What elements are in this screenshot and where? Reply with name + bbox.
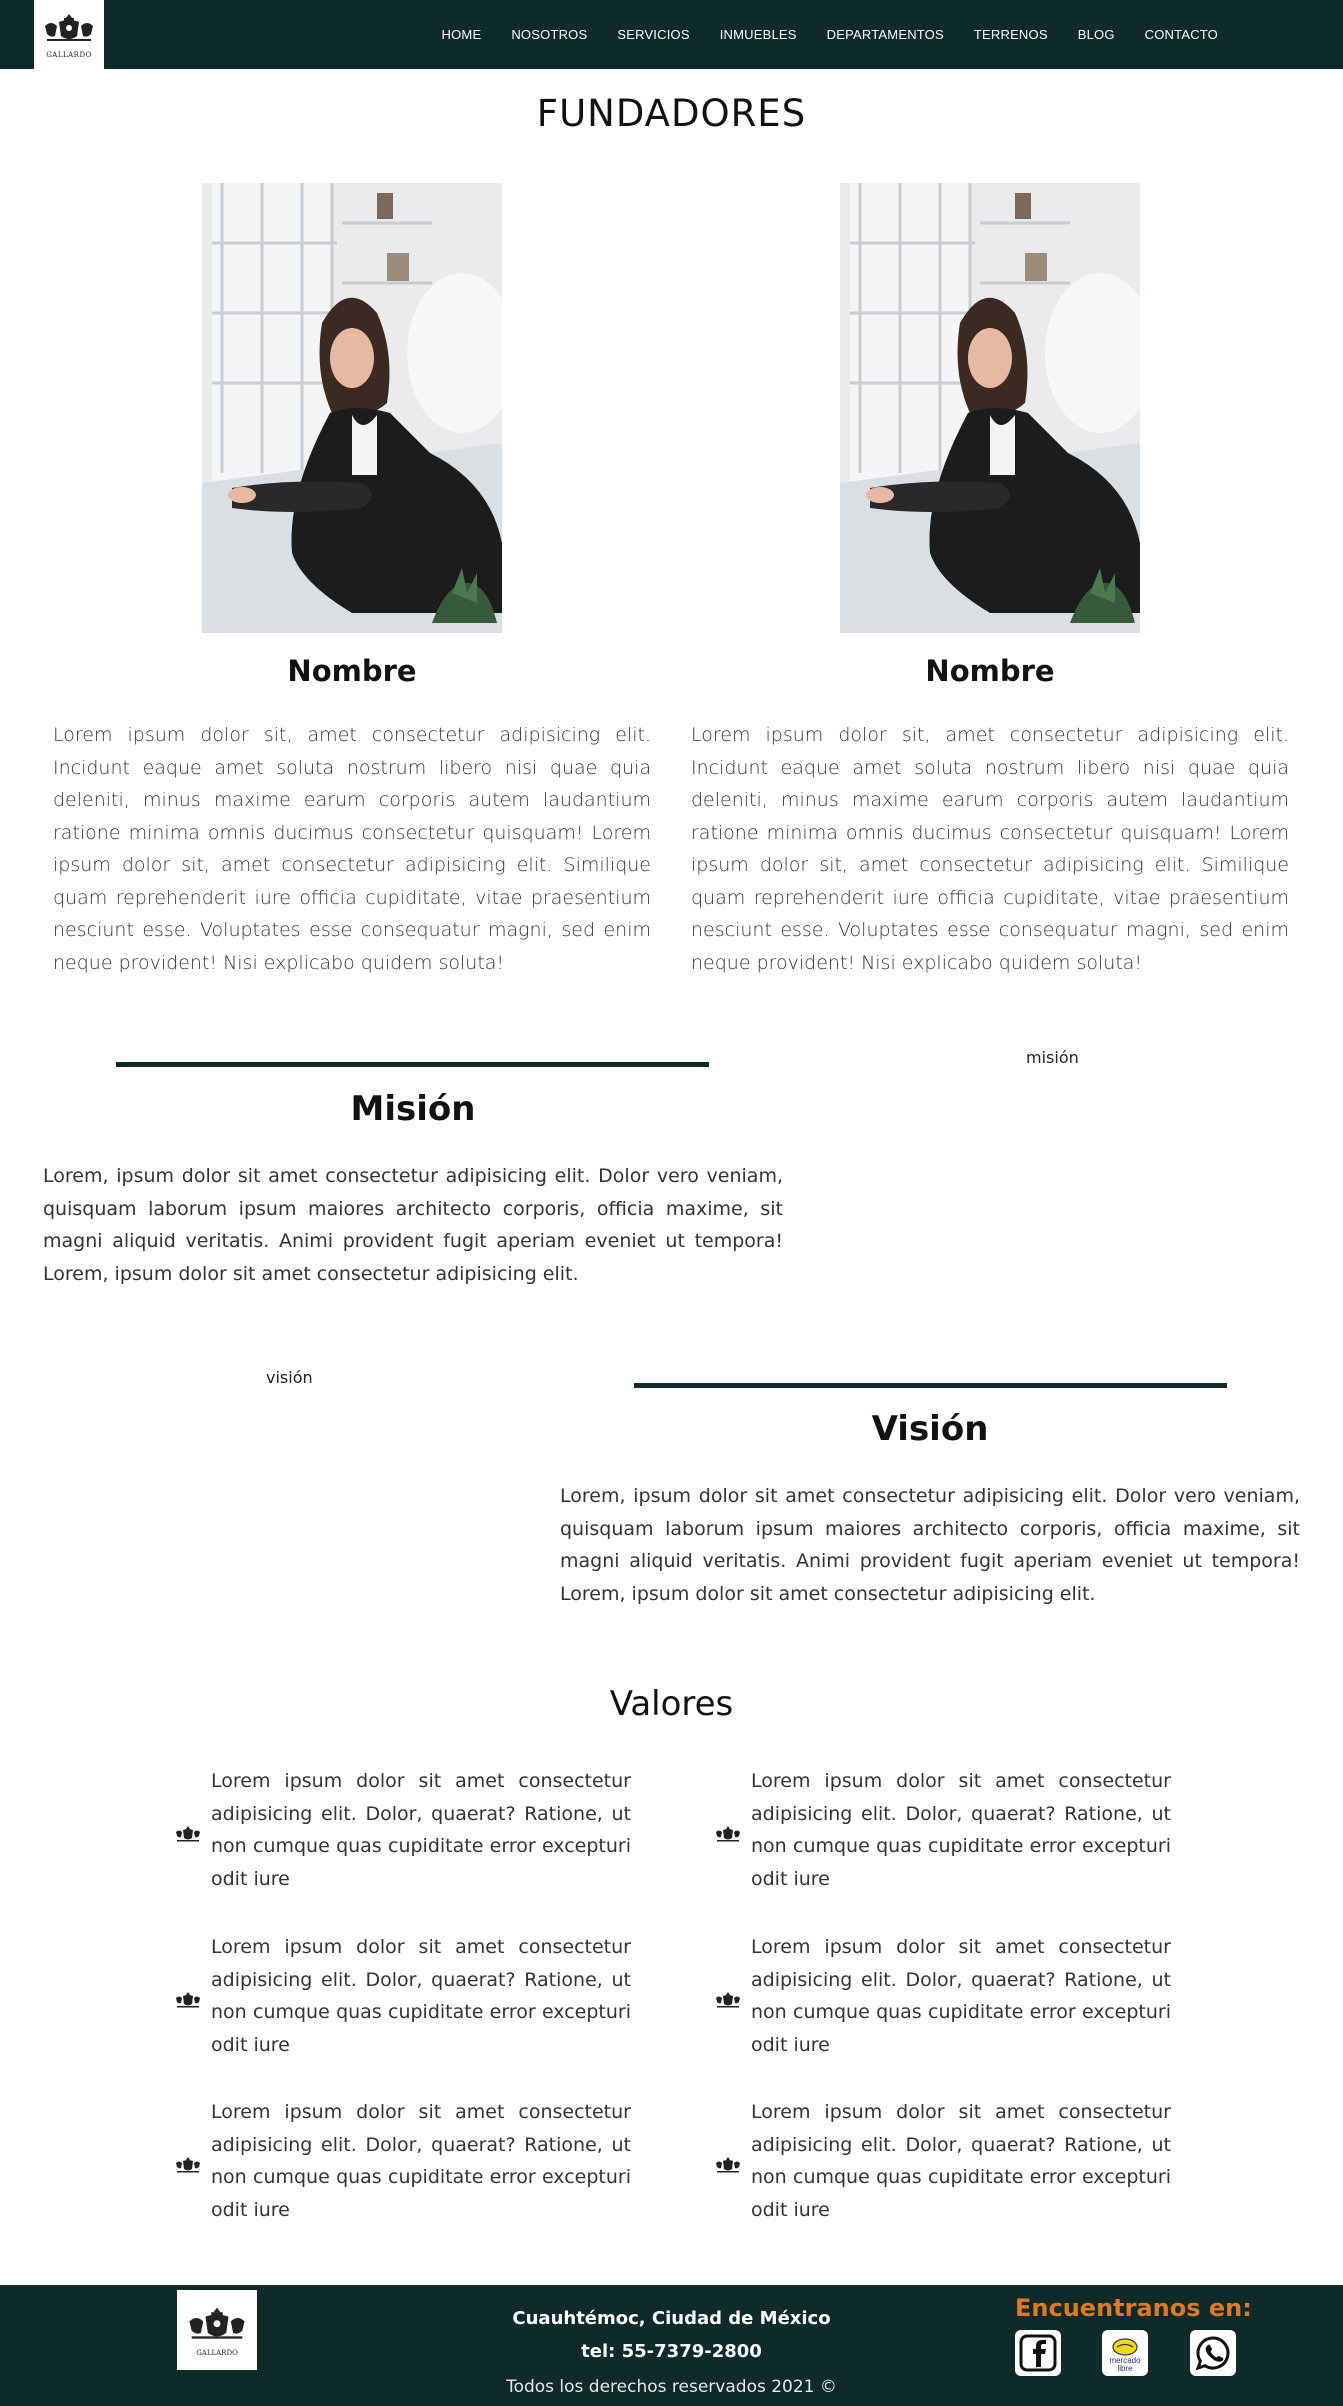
mercado-libre-label-2: libre [1117,2364,1133,2373]
nav-item-terrenos[interactable]: TERRENOS [974,27,1048,42]
mision-text: Lorem, ipsum dolor sit amet consectetur … [43,1165,783,1285]
facebook-icon[interactable] [1015,2330,1061,2376]
founder-name: Nombre [287,654,417,688]
social-title: Encuentranos en: [1015,2294,1252,2322]
crest-icon [45,14,93,41]
valor-item: Lorem ipsum dolor sit amet consectetur a… [713,1931,1173,2071]
founder-photo [840,183,1140,633]
footer-contact: Cuauhtémoc, Ciudad de México tel: 55-737… [400,2302,943,2368]
nav-item-contacto[interactable]: CONTACTO [1145,27,1218,42]
nav-item-servicios[interactable]: SERVICIOS [617,27,689,42]
footer-logo-text: GALLARDO [196,2349,238,2357]
footer-logo[interactable]: GALLARDO [177,2290,257,2370]
valor-item: Lorem ipsum dolor sit amet consectetur a… [173,1765,633,1905]
whatsapp-icon[interactable] [1190,2330,1236,2376]
mercado-libre-icon[interactable]: mercado libre [1102,2330,1148,2376]
crest-icon [713,2154,743,2178]
founder-name: Nombre [925,654,1055,688]
top-nav: GALLARDO HOME NOSOTROS SERVICIOS INMUEBL… [0,0,1343,69]
valor-text: Lorem ipsum dolor sit amet consectetur a… [751,1936,1171,2056]
vision-image-alt: visión [266,1368,313,1387]
brand-logo[interactable]: GALLARDO [34,0,104,69]
crest-icon [189,2307,245,2339]
founder-bio: Lorem ipsum dolor sit, amet consectetur … [53,724,651,974]
crest-icon [713,1989,743,2013]
nav-item-inmuebles[interactable]: INMUEBLES [720,27,797,42]
founder-photo [202,183,502,633]
valor-item: Lorem ipsum dolor sit amet consectetur a… [713,1765,1173,1905]
valor-item: Lorem ipsum dolor sit amet consectetur a… [173,1931,633,2071]
mision-title: Misión [350,1089,476,1129]
footer-address: Cuauhtémoc, Ciudad de México [512,2308,831,2329]
nav-item-departamentos[interactable]: DEPARTAMENTOS [827,27,944,42]
valor-text: Lorem ipsum dolor sit amet consectetur a… [211,1936,631,2056]
valor-text: Lorem ipsum dolor sit amet consectetur a… [211,2101,631,2221]
crest-icon [173,2154,203,2178]
valor-item: Lorem ipsum dolor sit amet consectetur a… [173,2096,633,2236]
valor-text: Lorem ipsum dolor sit amet consectetur a… [751,1770,1171,1890]
footer: GALLARDO Cuauhtémoc, Ciudad de México te… [0,2285,1343,2406]
vision-divider [634,1383,1227,1388]
founder-bio: Lorem ipsum dolor sit, amet consectetur … [691,724,1289,974]
valor-text: Lorem ipsum dolor sit amet consectetur a… [211,1770,631,1890]
brand-logo-text: GALLARDO [46,51,92,59]
crest-icon [173,1989,203,2013]
nav-item-blog[interactable]: BLOG [1078,27,1115,42]
mision-image-alt: misión [1026,1048,1079,1067]
nav-item-nosotros[interactable]: NOSOTROS [511,27,587,42]
valores-title: Valores [609,1684,734,1724]
crest-icon [173,1823,203,1847]
valor-item: Lorem ipsum dolor sit amet consectetur a… [713,2096,1173,2236]
vision-text: Lorem, ipsum dolor sit amet consectetur … [560,1485,1300,1605]
main-menu: HOME NOSOTROS SERVICIOS INMUEBLES DEPART… [412,0,1218,69]
footer-copyright: Todos los derechos reservados 2021 © [506,2377,837,2397]
vision-title: Visión [871,1409,989,1449]
nav-item-home[interactable]: HOME [442,27,482,42]
fundadores-title: FUNDADORES [536,92,807,135]
mision-divider [116,1062,709,1067]
valor-text: Lorem ipsum dolor sit amet consectetur a… [751,2101,1171,2221]
footer-phone[interactable]: tel: 55-7379-2800 [400,2335,943,2368]
crest-icon [713,1823,743,1847]
